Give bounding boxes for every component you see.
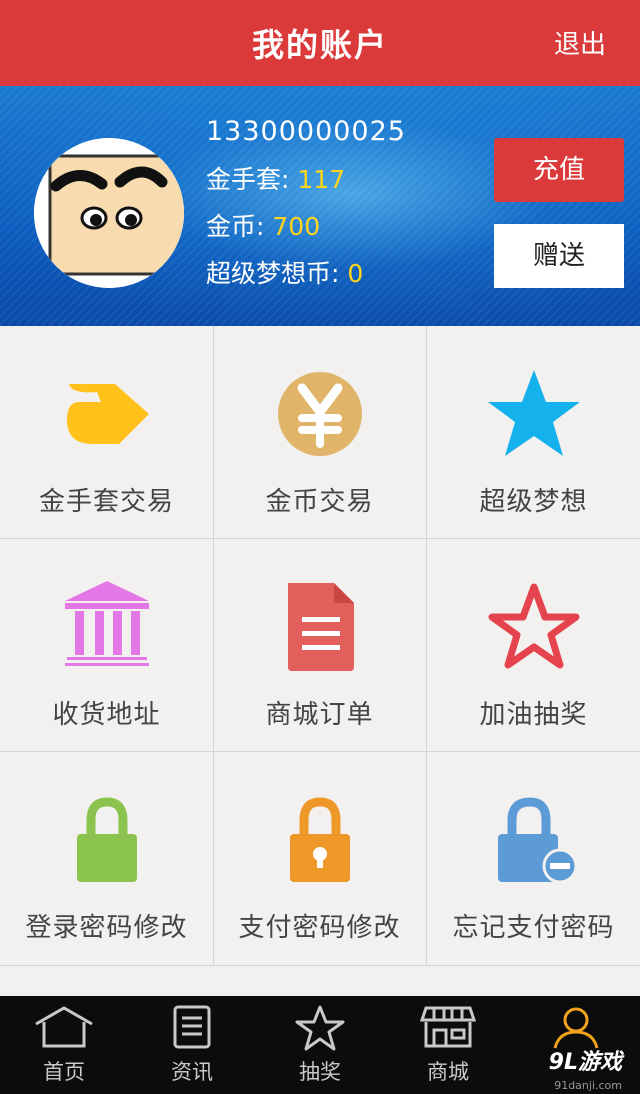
profile-banner: 13300000025 金手套: 117 金币: 700 超级梦想币: 0 充值…	[0, 86, 640, 326]
star-filled-icon	[487, 370, 580, 456]
gloves-label: 金手套:	[206, 165, 290, 194]
tab-label: 资讯	[171, 1060, 213, 1084]
tab-label: 商城	[427, 1060, 469, 1084]
tab-label: 抽奖	[299, 1060, 341, 1084]
tab-lottery[interactable]: 抽奖	[256, 996, 384, 1094]
menu-label: 收货地址	[52, 700, 161, 730]
menu-label: 登录密码修改	[25, 913, 188, 943]
yen-coin-icon	[277, 372, 362, 456]
menu-item-shipping-address[interactable]: 收货地址	[0, 539, 214, 752]
menu-label: 商城订单	[265, 700, 374, 730]
menu-item-shop-orders[interactable]: 商城订单	[213, 539, 427, 752]
account-info: 13300000025 金手套: 117 金币: 700 超级梦想币: 0	[206, 116, 406, 297]
menu-item-coin-trade[interactable]: 金币交易	[213, 326, 427, 539]
gloves-value: 117	[297, 165, 346, 194]
menu-label: 金币交易	[265, 487, 374, 517]
watermark-url: 91danji.com	[554, 1079, 622, 1092]
super-coins-label: 超级梦想币:	[206, 259, 340, 288]
coins-label: 金币:	[206, 212, 265, 241]
page-title: 我的账户	[251, 26, 388, 64]
lock-icon	[76, 797, 137, 882]
home-icon	[35, 1006, 93, 1048]
tab-home[interactable]: 首页	[0, 996, 128, 1094]
header-bar: 我的账户 退出	[0, 0, 640, 86]
menu-label: 金手套交易	[38, 487, 174, 517]
star-outline-icon	[488, 583, 579, 669]
star-icon	[295, 1005, 345, 1051]
menu-label: 支付密码修改	[238, 913, 401, 943]
menu-item-forgot-pay-password[interactable]: 忘记支付密码	[427, 752, 640, 966]
gift-button[interactable]: 赠送	[494, 224, 624, 288]
keyhole-lock-icon	[289, 797, 350, 882]
tab-shop[interactable]: 商城	[384, 996, 512, 1094]
news-icon	[173, 1005, 211, 1049]
tab-news[interactable]: 资讯	[128, 996, 256, 1094]
logout-button[interactable]: 退出	[554, 24, 606, 61]
watermark-brand: 9L游戏	[548, 1050, 622, 1075]
menu-grid: 金手套交易 金币交易 超级梦想 收货地址 商城订单 加油抽奖 登录密码修改 支付…	[0, 326, 640, 966]
charge-button[interactable]: 充值	[494, 138, 624, 202]
menu-item-glove-trade[interactable]: 金手套交易	[0, 326, 214, 539]
gloves-balance: 金手套: 117	[206, 156, 406, 203]
menu-item-super-dream[interactable]: 超级梦想	[427, 326, 640, 539]
account-screen: 我的账户 退出 13300000025 金手套: 117 金币: 700 超级梦…	[0, 0, 640, 1094]
super-coins-value: 0	[347, 259, 364, 288]
coins-value: 700	[272, 212, 321, 241]
menu-item-lottery[interactable]: 加油抽奖	[427, 539, 640, 752]
lock-minus-icon	[497, 797, 577, 884]
shop-icon	[420, 1006, 476, 1048]
phone-number: 13300000025	[206, 116, 406, 147]
cartoon-face-icon	[34, 138, 184, 288]
bank-building-icon	[64, 581, 149, 666]
menu-label: 超级梦想	[479, 487, 588, 517]
glove-icon	[66, 384, 149, 444]
menu-item-login-password[interactable]: 登录密码修改	[0, 752, 214, 966]
super-coins-balance: 超级梦想币: 0	[206, 250, 406, 297]
avatar[interactable]	[34, 138, 184, 288]
menu-label: 加油抽奖	[479, 700, 588, 730]
coins-balance: 金币: 700	[206, 203, 406, 250]
menu-item-pay-password[interactable]: 支付密码修改	[213, 752, 427, 966]
bottom-tab-bar: 首页 资讯 抽奖 商城 9L游戏 91danji.com	[0, 996, 640, 1094]
menu-label: 忘记支付密码	[452, 913, 615, 943]
tab-label: 首页	[43, 1060, 85, 1084]
document-icon	[287, 583, 354, 671]
